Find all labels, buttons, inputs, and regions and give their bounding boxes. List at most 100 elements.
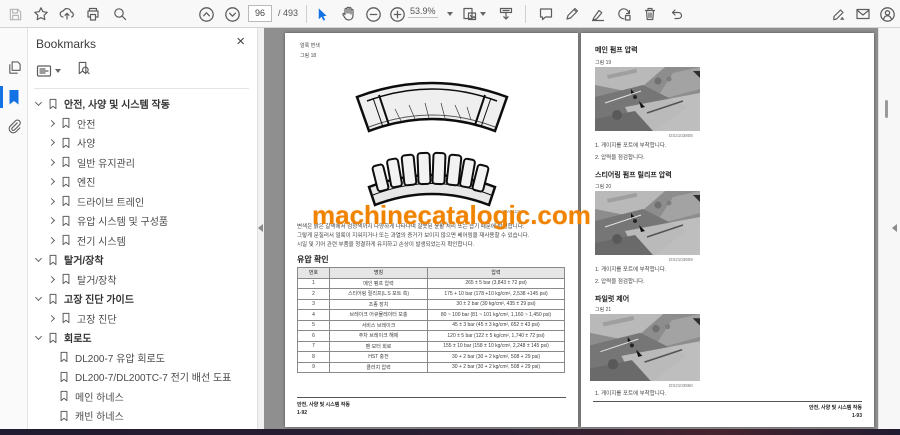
collapse-panel-icon[interactable] [258,224,263,232]
table-row: 7팬 모터 회로 155 ± 10 bar (158 ± 10 kg/cm², 2… [297,340,565,352]
chevron-right-icon[interactable] [47,236,56,244]
figure-label: 그림 21 [595,307,612,313]
scrollbar-thumb[interactable] [885,100,888,118]
bookmark-item[interactable]: 사양 [28,133,257,153]
select-tool-icon[interactable] [313,5,331,23]
expand-tools-panel-icon[interactable] [892,224,897,232]
bookmark-item[interactable]: 고장 진단 가이드 [28,289,257,309]
share-email-icon[interactable] [854,5,872,23]
chevron-down-icon[interactable] [34,294,43,302]
table-header-row: 번호 명칭 압력 [297,267,565,279]
step-text: 2. 압력을 점검합니다. [595,155,645,161]
bookmarks-panel: Bookmarks × 안전, 사양 및 시스템 작동 안전 사양 일반 유지관… [28,28,258,429]
bookmark-item[interactable]: 일반 유지관리 [28,153,257,173]
account-icon[interactable] [878,5,896,23]
step-text: 1. 게이지를 포트에 부착합니다. [595,391,667,397]
table-row: 5 서비스 브레이크 45 ± 3 bar (45 ± 3 kg/cm², 652 … [297,319,565,331]
table-row: 8 HST 충전 30 + 2 bar (30 + 2 kg/cm², 508 + … [297,351,565,363]
sign-icon[interactable] [589,5,607,23]
watermark: machinecatalogic.com [312,200,591,230]
chevron-down-icon[interactable] [34,255,43,263]
section-title: 스티어링 펌프 릴리프 압력 [595,172,672,179]
top-toolbar: 96 / 493 53.9% [0,0,900,28]
scrolling-mode-icon[interactable] [497,5,515,23]
chevron-right-icon[interactable] [47,197,56,205]
comment-icon[interactable] [537,5,555,23]
active-panel-indicator [0,86,3,108]
chevron-right-icon[interactable] [47,217,56,225]
bookmark-item[interactable]: 탈거/장착 [28,270,257,290]
chevron-right-icon[interactable] [47,178,56,186]
bookmarks-panel-icon[interactable] [5,88,23,106]
bookmark-label: 탈거/장착 [64,256,104,268]
page-display-caret-icon[interactable] [480,12,486,16]
highlight-pencil-icon[interactable] [563,5,581,23]
page-number-input[interactable]: 96 [248,5,272,22]
undo-icon[interactable] [667,5,685,23]
chevron-right-icon[interactable] [47,158,56,166]
bookmark-item[interactable]: 드라이브 트레인 [28,192,257,212]
chevron-right-icon[interactable] [47,275,56,283]
zoom-caret-icon[interactable] [447,12,453,16]
footer-page-number: 1-93 [851,413,862,419]
step-text: 1. 게이지를 포트에 부착합니다. [595,267,667,273]
save-icon[interactable] [6,5,24,23]
table-row: 2 스티어링 릴리프(L.S 포트 측) 175 + 10 bar (178 +10… [297,288,565,300]
table-row: 3 조종 장치 30 ± 2 bar (30 kg/cm², 435 ± 29 ps… [297,298,565,310]
bookmark-item[interactable]: 고장 진단 [28,309,257,329]
zoom-out-icon[interactable] [364,5,382,23]
footer-rule [297,397,566,398]
bookmark-label: 고장 진단 가이드 [64,295,134,307]
pdf-page-right: 메인 펌프 압력 그림 19 DS2103808 1. 게이지를 포트에 부착합… [581,33,874,427]
chevron-down-icon[interactable] [34,99,43,107]
footer-rule [593,401,862,402]
page-thumbnails-icon[interactable] [5,58,23,76]
chevron-right-icon[interactable] [47,314,56,322]
figure-label: 그림 20 [595,184,612,190]
previous-page-icon[interactable] [197,5,215,23]
pressure-table: 번호 명칭 압력 1 메인 펌프 압력 265 ± 5 bar (3,843 ± 7… [297,267,565,373]
bookmark-item[interactable]: 안전 [28,114,257,134]
figure-code: DS2103809 [669,257,693,262]
bookmark-item[interactable]: DL200-7 유압 회로도 [28,348,257,368]
chevron-down-icon[interactable] [34,333,43,341]
chevron-right-icon[interactable] [47,139,56,147]
bookmark-item[interactable]: 전기 시스템 [28,231,257,251]
next-page-icon[interactable] [223,5,241,23]
section-title: 유압 확인 [297,255,329,264]
vertical-scrollbar[interactable] [878,28,900,429]
document-area[interactable]: 얼룩 변색 그림 18 ASA611S 변색은 밝은 갈색에서 검정색까지 다양… [264,28,878,429]
bookmark-item[interactable]: 메인 하네스 [28,387,257,407]
rotate-pages-icon[interactable] [615,5,633,23]
window-bottom-edge [0,429,900,435]
delete-pages-icon[interactable] [641,5,659,23]
bookmark-item[interactable]: 안전, 사양 및 시스템 작동 [28,94,257,114]
bookmark-item[interactable]: 유압 시스템 및 구성품 [28,211,257,231]
zoom-level-field[interactable]: 53.9% [408,6,438,18]
bookmark-options-icon[interactable] [36,64,61,78]
bearing-illustration [355,81,509,207]
bookmark-label: 고장 진단 [77,314,117,326]
print-icon[interactable] [84,5,102,23]
table-row: 1 메인 펌프 압력 265 ± 5 bar (3,843 ± 72 psi) [297,277,565,289]
page-display-icon[interactable] [461,5,479,23]
expand-bookmarks-icon[interactable] [75,61,91,81]
attachments-icon[interactable] [5,117,23,135]
footer-title: 안전, 사양 및 시스템 작동 [297,402,350,408]
bookmark-label: 드라이브 트레인 [77,197,145,209]
hand-tool-icon[interactable] [339,5,357,23]
table-row: 4 브레이크 어큐뮬레이터 보충 80 ~ 100 bar (81 ~ 101 kg… [297,309,565,321]
bookmark-item[interactable]: DL200-7/DL200TC-7 전기 배선 도표 [28,367,257,387]
bookmark-item[interactable]: 탈거/장착 [28,250,257,270]
chevron-right-icon[interactable] [47,119,56,127]
search-icon[interactable] [111,5,129,23]
star-icon[interactable] [32,5,50,23]
panel-title: Bookmarks [36,37,97,51]
bookmark-item[interactable]: 회로도 [28,328,257,348]
zoom-in-icon[interactable] [388,5,406,23]
fill-sign-icon[interactable] [830,5,848,23]
bookmark-item[interactable]: 엔진 [28,172,257,192]
upload-cloud-icon[interactable] [58,5,76,23]
close-icon[interactable]: × [236,34,245,50]
bookmark-item[interactable]: 캐빈 하네스 [28,406,257,426]
